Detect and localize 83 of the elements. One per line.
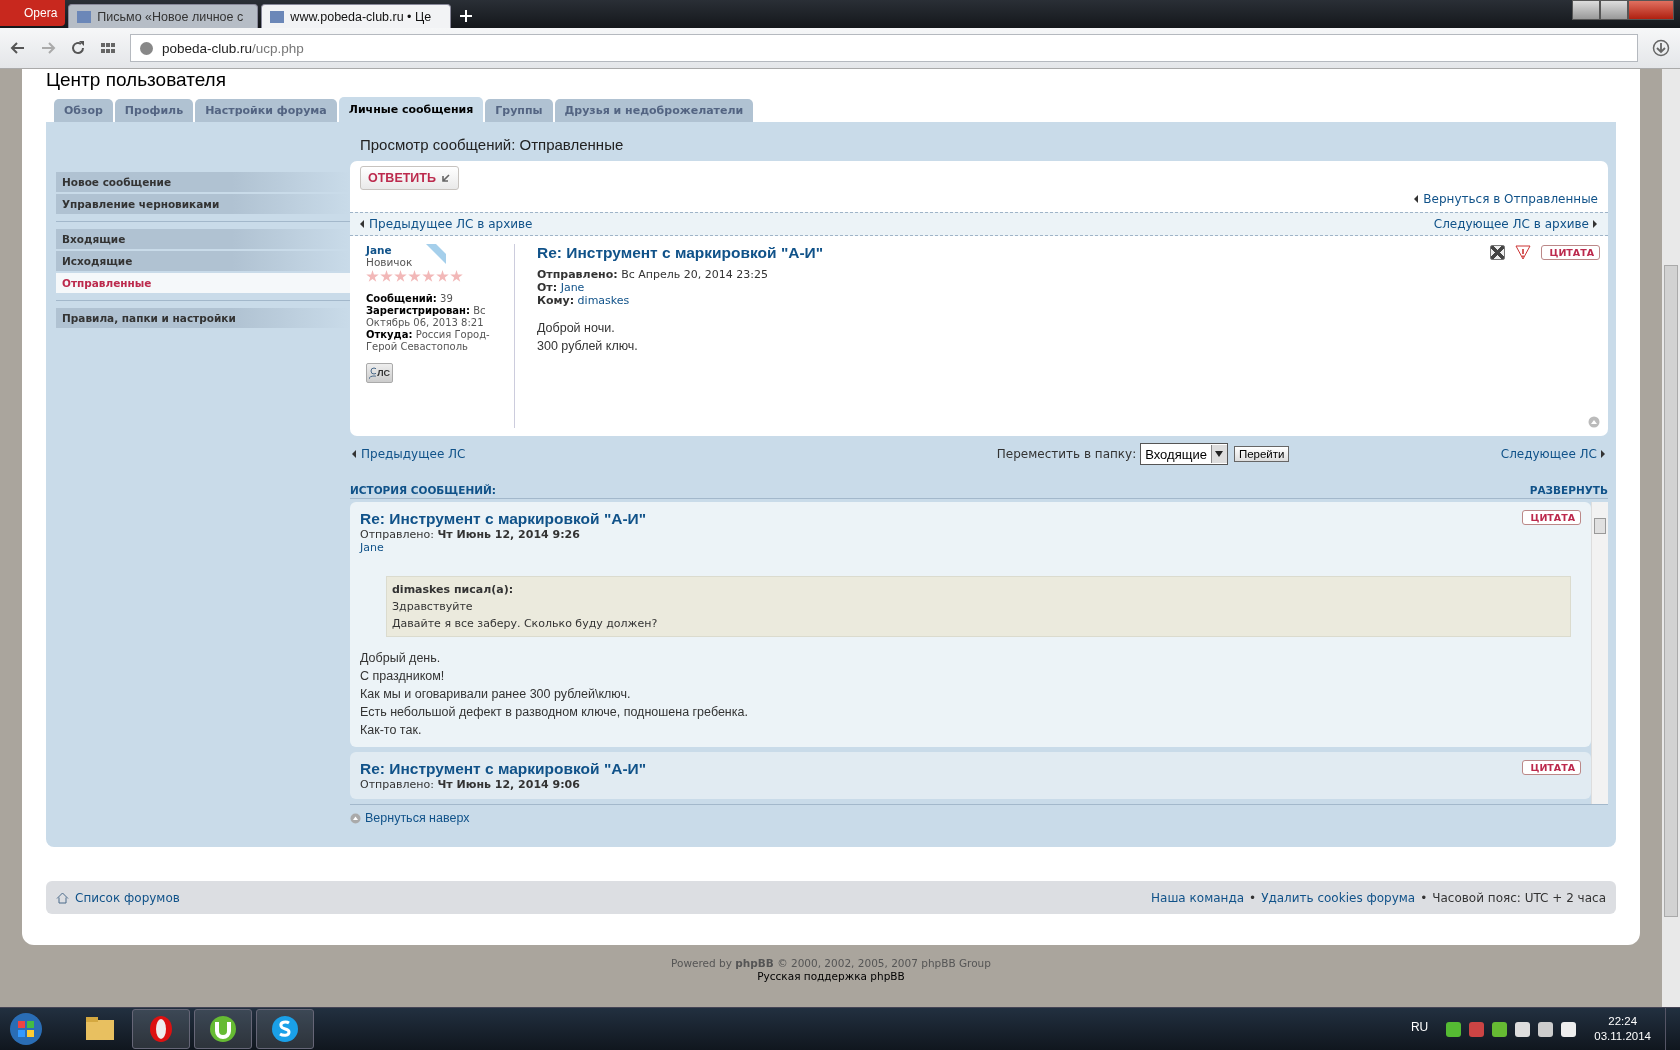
chevron-right-icon (1593, 220, 1598, 228)
message-text: С праздником! (360, 668, 446, 685)
expand-link[interactable]: РАЗВЕРНУТЬ (1529, 484, 1608, 496)
scrollbar[interactable] (1591, 502, 1608, 804)
support-text: Русская поддержка phpBB (757, 970, 905, 983)
message-meta: Отправлено: Вс Апрель 20, 2014 23:25 (537, 268, 769, 281)
reload-icon[interactable] (70, 40, 86, 56)
message-title[interactable]: Re: Инструмент с маркировкой "А-И" (537, 244, 824, 262)
back-icon[interactable] (10, 40, 26, 56)
move-label: Переместить в папку: (996, 447, 1137, 461)
reply-button[interactable]: ОТВЕТИТЬ (360, 166, 459, 190)
profile-detail: Сообщений: 39 (366, 293, 454, 305)
arrow-up-icon (350, 812, 361, 824)
message-text: Добрый день. (360, 650, 442, 667)
message-meta: Кому: dimaskes (537, 294, 631, 307)
copyright-text: Powered by phpBB © 2000, 2002, 2005, 2007 phpBB Group (671, 957, 991, 970)
browser-taskbar-icon[interactable] (132, 1009, 190, 1049)
sidebar-item[interactable]: Отправленные (56, 273, 350, 293)
footer-link[interactable]: Удалить cookies форума (1261, 890, 1416, 905)
post-date: Отправлено: Чт Июнь 12, 2014 9:26 (360, 528, 581, 541)
download-icon[interactable] (1652, 39, 1670, 57)
chevron-left-icon (360, 220, 365, 228)
home-icon (56, 891, 69, 904)
chat-taskbar-icon[interactable] (256, 1009, 314, 1049)
previous-archive-link[interactable]: Предыдущее ЛС в архиве (360, 217, 533, 231)
separator-bullet: • (1249, 890, 1257, 905)
scrollbar[interactable] (1662, 69, 1680, 1007)
quote-text: Давайте я все заберу. Сколько буду должен? (392, 617, 659, 630)
previous-message-link[interactable]: Предыдущее ЛС (352, 447, 466, 461)
message-text: Есть небольшой дефект в разводном ключе, подношена гребенка. (360, 704, 749, 721)
profile-detail: Откуда: Россия Город-Герой Севастополь (366, 329, 491, 353)
author-name[interactable]: Jane (360, 541, 1581, 554)
warning-icon[interactable] (1514, 244, 1531, 260)
user-rank: Новичок (366, 256, 414, 268)
view-title: Просмотр сообщений: Отправленные (360, 136, 625, 153)
message-text: Доброй ночи. (537, 320, 616, 337)
folder-select[interactable]: Входящие (1140, 443, 1228, 465)
window-controls-drawing[interactable] (1572, 0, 1674, 20)
footer-link[interactable]: Наша команда (1151, 890, 1245, 905)
quote-button[interactable]: ЦИТАТА (1540, 244, 1600, 260)
quote-author: dimaskes писал(а): (392, 583, 515, 596)
message-meta: От: Jane (537, 281, 586, 294)
address-field[interactable]: pobeda-club.ru/ucp.php (130, 34, 1638, 62)
ucp-tab[interactable]: Личные сообщения (338, 97, 484, 122)
caret-icon (1215, 451, 1224, 457)
chevron-right-icon (1601, 450, 1606, 458)
message-title[interactable]: Re: Инструмент с маркировкой "А-И" (360, 510, 647, 528)
pm-button[interactable]: ЛС (366, 363, 393, 383)
profile-detail: Зарегистрирован: Вс Октябрь 06, 2013 8:21 (366, 305, 487, 329)
browser-tab[interactable]: Письмо «Новое личное с (68, 4, 259, 28)
message-text: Как мы и оговаривали ранее 300 рублей\ключ. (360, 686, 632, 703)
forum-list-link[interactable]: Список форумов (56, 890, 180, 905)
next-message-link[interactable]: Следующее ЛС (1500, 447, 1606, 461)
speed-dial-icon[interactable] (100, 40, 116, 56)
message-text: 300 рублей ключ. (537, 338, 639, 355)
separator-bullet: • (1420, 890, 1428, 905)
back-link[interactable]: Вернуться в Отправленные (1414, 192, 1598, 206)
browser-tab[interactable]: www.pobeda-club.ru • Це (261, 4, 452, 28)
chevron-left-icon (1414, 195, 1420, 203)
history-title: ИСТОРИЯ СООБЩЕНИЙ: (350, 484, 497, 496)
timezone-text: Часовой пояс: UTC + 2 часа (1432, 890, 1606, 905)
message-text: Как-то так. (360, 722, 423, 739)
go-button[interactable]: Перейти (1233, 446, 1290, 462)
post-date: Отправлено: Чт Июнь 12, 2014 9:06 (360, 778, 581, 791)
opera-menu-button[interactable]: Opera (0, 0, 66, 26)
delete-icon[interactable] (1489, 244, 1505, 260)
message-title[interactable]: Re: Инструмент с маркировкой "А-И" (360, 760, 647, 778)
quote-text: Здравствуйте (392, 600, 474, 613)
ribbon-icon (426, 244, 446, 264)
author-name[interactable]: Jane (366, 244, 506, 256)
page-heading: Центр пользователя (46, 69, 227, 91)
back-to-top-link[interactable]: Вернуться наверх (350, 811, 1608, 825)
tray-icons-drawing[interactable] (1446, 1021, 1577, 1037)
chevron-left-icon (352, 450, 357, 458)
start-button[interactable] (8, 1011, 44, 1047)
language-indicator[interactable]: RU (1410, 1020, 1429, 1034)
user-icon (369, 367, 377, 379)
arrow-icon (440, 173, 451, 183)
torrent-taskbar-icon[interactable] (194, 1009, 252, 1049)
clock[interactable]: 22:24 03.11.2014 (1594, 1014, 1651, 1044)
quote-button[interactable]: ЦИТАТА (1521, 510, 1581, 525)
next-archive-link[interactable]: Следующее ЛС в архиве (1433, 217, 1598, 231)
quote-button[interactable]: ЦИТАТА (1521, 760, 1581, 775)
